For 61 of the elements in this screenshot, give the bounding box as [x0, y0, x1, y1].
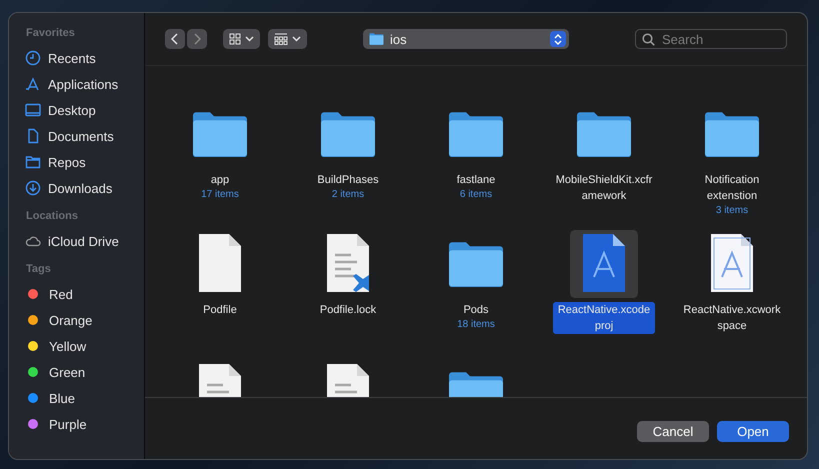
- sidebar-item[interactable]: Downloads: [48, 180, 112, 196]
- folder-icon: [575, 110, 633, 158]
- folder-icon: [703, 110, 761, 158]
- sidebar-item[interactable]: Desktop: [48, 102, 96, 118]
- folder-icon: [447, 110, 505, 158]
- sidebar-section-title: Favorites: [26, 27, 76, 39]
- item-count: 18 items: [457, 318, 495, 331]
- search-input[interactable]: Search: [660, 30, 774, 48]
- sidebar-item[interactable]: Applications: [48, 76, 118, 92]
- group-view-button[interactable]: [268, 29, 307, 49]
- file-name[interactable]: fastlane: [454, 172, 498, 188]
- file-name[interactable]: MobileShieldKit.xcframework: [553, 172, 655, 204]
- grid-icon: [229, 33, 241, 45]
- item-count: 3 items: [716, 204, 748, 217]
- sidebar-item[interactable]: Blue: [49, 390, 76, 406]
- sidebar-item[interactable]: Repos: [48, 154, 86, 170]
- folder-icon: [319, 110, 377, 158]
- file-name[interactable]: Podfile.lock: [318, 302, 378, 318]
- caret-icon: [292, 36, 301, 42]
- file-name[interactable]: BuildPhases: [315, 172, 381, 188]
- file-icon-tile[interactable]: [570, 230, 638, 298]
- location-popup[interactable]: ios: [363, 29, 569, 49]
- sidebar-item[interactable]: Green: [49, 364, 86, 380]
- file-name[interactable]: app: [208, 172, 232, 188]
- sidebar-item[interactable]: Red: [49, 286, 73, 302]
- file-name[interactable]: ReactNative.xcodeproj: [553, 302, 655, 334]
- sidebar-item[interactable]: Documents: [48, 128, 114, 144]
- clock-icon: [25, 50, 41, 66]
- folder-icon: [369, 33, 384, 45]
- sidebar-section-title: Tags: [26, 263, 52, 275]
- file-name[interactable]: Pods: [461, 302, 491, 318]
- sidebar-item[interactable]: Recents: [48, 50, 96, 66]
- download-icon: [25, 180, 41, 196]
- sidebar-section-title: Locations: [26, 210, 79, 222]
- back-button[interactable]: [165, 29, 185, 49]
- file-name[interactable]: ReactNative.xcworkspace: [681, 302, 783, 334]
- folder-icon: [447, 240, 505, 288]
- icon-view-button[interactable]: [223, 29, 260, 49]
- open-button[interactable]: Open: [717, 421, 789, 442]
- sidebar-item[interactable]: Yellow: [49, 338, 86, 354]
- folder-icon: [25, 154, 41, 170]
- chevron-right-icon: [193, 33, 201, 45]
- item-count: 2 items: [332, 188, 364, 201]
- sidebar-item[interactable]: Purple: [49, 416, 87, 432]
- folder-icon: [191, 110, 249, 158]
- desktop-icon: [25, 102, 41, 118]
- stepper-icon: [550, 31, 566, 47]
- cancel-button[interactable]: Cancel: [637, 421, 709, 442]
- file-name[interactable]: Podfile: [201, 302, 239, 318]
- gallery-grid-icon: [274, 33, 288, 45]
- applications-icon: [25, 76, 41, 92]
- item-count: 17 items: [201, 188, 239, 201]
- caret-icon: [245, 36, 254, 42]
- item-count: 6 items: [460, 188, 492, 201]
- forward-button[interactable]: [187, 29, 207, 49]
- sidebar-item[interactable]: Orange: [49, 312, 92, 328]
- chevron-left-icon: [171, 33, 179, 45]
- search-field[interactable]: Search: [635, 29, 787, 49]
- file-name[interactable]: Notification extenstion: [681, 172, 783, 204]
- sidebar-item[interactable]: iCloud Drive: [48, 234, 119, 248]
- search-icon: [642, 32, 655, 46]
